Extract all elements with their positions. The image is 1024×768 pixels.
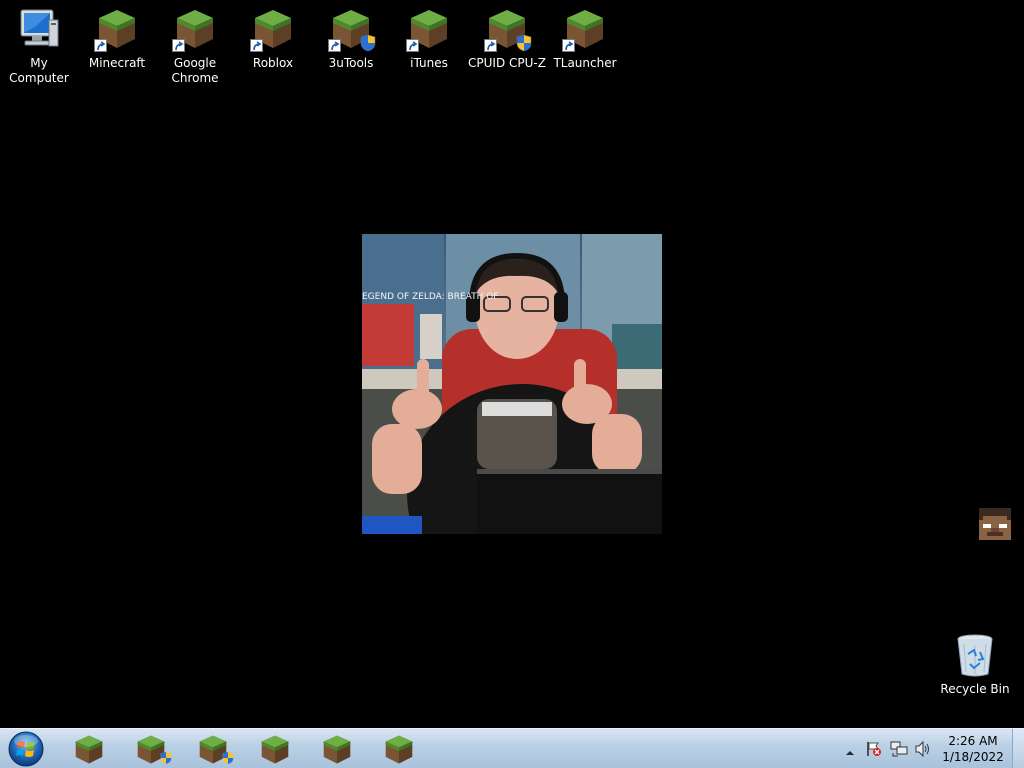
minecraft-icon (385, 735, 413, 764)
desktop-icon-itunes[interactable]: iTunes (390, 0, 468, 71)
desktop-icon-my-computer[interactable]: My Computer (0, 0, 78, 86)
desktop-icon-3utools[interactable]: 3uTools (312, 0, 390, 71)
minecraft-icon (484, 6, 532, 52)
desktop-icon-recycle-bin[interactable]: Recycle Bin (936, 628, 1014, 697)
uac-shield-icon (516, 34, 532, 52)
taskbar-pinned-minecraft-5[interactable] (308, 732, 364, 766)
desktop[interactable]: My Computer Minecraft Google Chrome Robl… (0, 0, 1024, 768)
desktop-icon-label: Google Chrome (171, 56, 219, 85)
wallpaper-text: EGEND OF ZELDA: BREATH OF (362, 292, 499, 302)
minecraft-icon (328, 6, 376, 52)
uac-shield-icon (360, 34, 376, 52)
minecraft-icon (172, 6, 218, 52)
minecraft-icon (323, 735, 351, 764)
wallpaper-photo: EGEND OF ZELDA: BREATH OF (362, 234, 662, 534)
shortcut-arrow-icon (562, 39, 575, 52)
minecraft-icon (562, 6, 608, 52)
recycle-bin-icon (952, 632, 998, 678)
desktop-icon-tlauncher[interactable]: TLauncher (546, 0, 624, 71)
minecraft-icon (250, 6, 296, 52)
minecraft-icon (94, 6, 140, 52)
desktop-icon-label: Minecraft (88, 56, 146, 70)
minecraft-icon (75, 735, 103, 764)
volume-icon[interactable] (914, 740, 932, 761)
desktop-icon-label: TLauncher (553, 56, 617, 70)
uac-shield-icon (222, 752, 234, 764)
desktop-icon-google-chrome[interactable]: Google Chrome (156, 0, 234, 86)
shortcut-arrow-icon (250, 39, 263, 52)
minecraft-icon (406, 6, 452, 52)
taskbar-clock[interactable]: 2:26 AM 1/18/2022 (936, 733, 1010, 765)
shortcut-arrow-icon (94, 39, 107, 52)
taskbar-pinned-minecraft-3[interactable] (184, 732, 240, 766)
clock-time: 2:26 AM (948, 734, 998, 748)
computer-icon (16, 6, 62, 52)
desktop-icon-minecraft[interactable]: Minecraft (78, 0, 156, 71)
desktop-icon-label: My Computer (9, 56, 69, 85)
network-icon[interactable] (890, 741, 908, 761)
taskbar-pinned-minecraft-6[interactable] (370, 732, 426, 766)
shortcut-arrow-icon (406, 39, 419, 52)
action-center-flag-icon[interactable] (866, 741, 882, 761)
herobrine-head-icon[interactable] (979, 508, 1011, 540)
recycle-bin-label: Recycle Bin (940, 682, 1010, 696)
shortcut-arrow-icon (328, 39, 341, 52)
desktop-icon-label: Roblox (252, 56, 294, 70)
desktop-icon-roblox[interactable]: Roblox (234, 0, 312, 71)
desktop-icon-label: CPUID CPU-Z (468, 56, 546, 70)
shortcut-arrow-icon (172, 39, 185, 52)
desktop-icon-cpuid-cpu-z[interactable]: CPUID CPU-Z (468, 0, 546, 71)
desktop-icon-label: 3uTools (328, 56, 374, 70)
taskbar-pinned-minecraft-4[interactable] (246, 732, 302, 766)
taskbar: 2:26 AM 1/18/2022 (0, 728, 1024, 768)
shortcut-arrow-icon (484, 39, 497, 52)
taskbar-pinned-minecraft-1[interactable] (60, 732, 116, 766)
minecraft-icon (261, 735, 289, 764)
show-hidden-icons-arrow[interactable] (845, 743, 855, 762)
desktop-icon-label: iTunes (410, 56, 448, 70)
clock-date: 1/18/2022 (942, 750, 1004, 764)
windows-start-orb[interactable] (6, 730, 46, 768)
uac-shield-icon (160, 752, 172, 764)
show-desktop-button[interactable] (1012, 729, 1024, 768)
taskbar-pinned-minecraft-2[interactable] (122, 732, 178, 766)
